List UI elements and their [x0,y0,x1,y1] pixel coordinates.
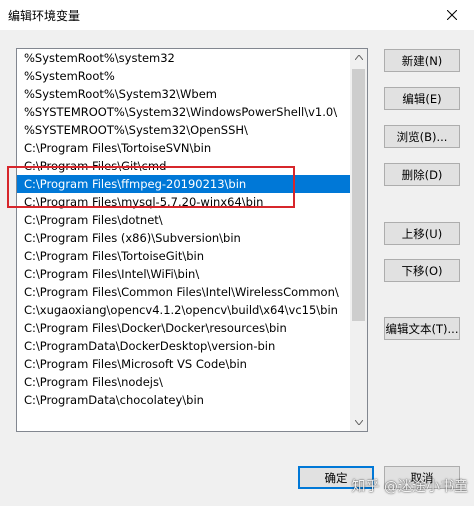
list-item[interactable]: C:\Program Files\TortoiseGit\bin [17,247,350,265]
vertical-scrollbar[interactable] [350,49,367,431]
scroll-down-button[interactable] [350,414,367,431]
move-up-button[interactable]: 上移(U) [384,222,460,245]
list-item[interactable]: C:\ProgramData\chocolatey\bin [17,391,350,409]
list-item[interactable]: C:\Program Files\Microsoft VS Code\bin [17,355,350,373]
edit-env-var-dialog: 编辑环境变量 %SystemRoot%\system32 %SystemRoot%… [0,0,474,506]
watermark: 知乎 @迷途小书童 [351,479,468,495]
list-item[interactable]: C:\Program Files\dotnet\ [17,211,350,229]
list-item[interactable]: C:\ProgramData\DockerDesktop\version-bin [17,337,350,355]
window-title: 编辑环境变量 [8,9,81,23]
list-item[interactable]: C:\Program Files (x86)\Subversion\bin [17,229,350,247]
list-item[interactable]: %SystemRoot% [17,67,350,85]
list-item[interactable]: %SYSTEMROOT%\System32\OpenSSH\ [17,121,350,139]
scroll-thumb[interactable] [352,69,365,321]
list-item[interactable]: C:\Program Files\nodejs\ [17,373,350,391]
edit-button[interactable]: 编辑(E) [384,87,460,110]
list-item[interactable]: C:\Program Files\Docker\Docker\resources… [17,319,350,337]
arrow-down-icon [354,420,363,425]
close-button[interactable] [430,0,474,30]
close-icon [447,10,457,20]
list-item[interactable]: C:\Program Files\Common Files\Intel\Wire… [17,283,350,301]
new-button[interactable]: 新建(N) [384,49,460,72]
edit-text-button[interactable]: 编辑文本(T)... [384,317,460,340]
list-item[interactable]: %SYSTEMROOT%\System32\WindowsPowerShell\… [17,103,350,121]
move-down-button[interactable]: 下移(O) [384,259,460,282]
list-item[interactable]: C:\Program Files\Git\cmd [17,157,350,175]
title-bar: 编辑环境变量 [0,0,474,30]
browse-button[interactable]: 浏览(B)... [384,125,460,148]
list-item-selected[interactable]: C:\Program Files\ffmpeg-20190213\bin [17,175,350,193]
list-item[interactable]: C:\xugaoxiang\opencv4.1.2\opencv\build\x… [17,301,350,319]
list-item[interactable]: C:\Program Files\TortoiseSVN\bin [17,139,350,157]
arrow-up-icon [354,55,363,60]
scroll-up-button[interactable] [350,49,367,66]
delete-button[interactable]: 删除(D) [384,163,460,186]
path-list[interactable]: %SystemRoot%\system32 %SystemRoot% %System… [16,48,368,432]
list-item[interactable]: %SystemRoot%\system32 [17,49,350,67]
list-item[interactable]: C:\Program Files\mysql-5.7.20-winx64\bin [17,193,350,211]
list-item[interactable]: C:\Program Files\Intel\WiFi\bin\ [17,265,350,283]
path-list-items: %SystemRoot%\system32 %SystemRoot% %System… [17,49,350,409]
list-item[interactable]: %SystemRoot%\System32\Wbem [17,85,350,103]
